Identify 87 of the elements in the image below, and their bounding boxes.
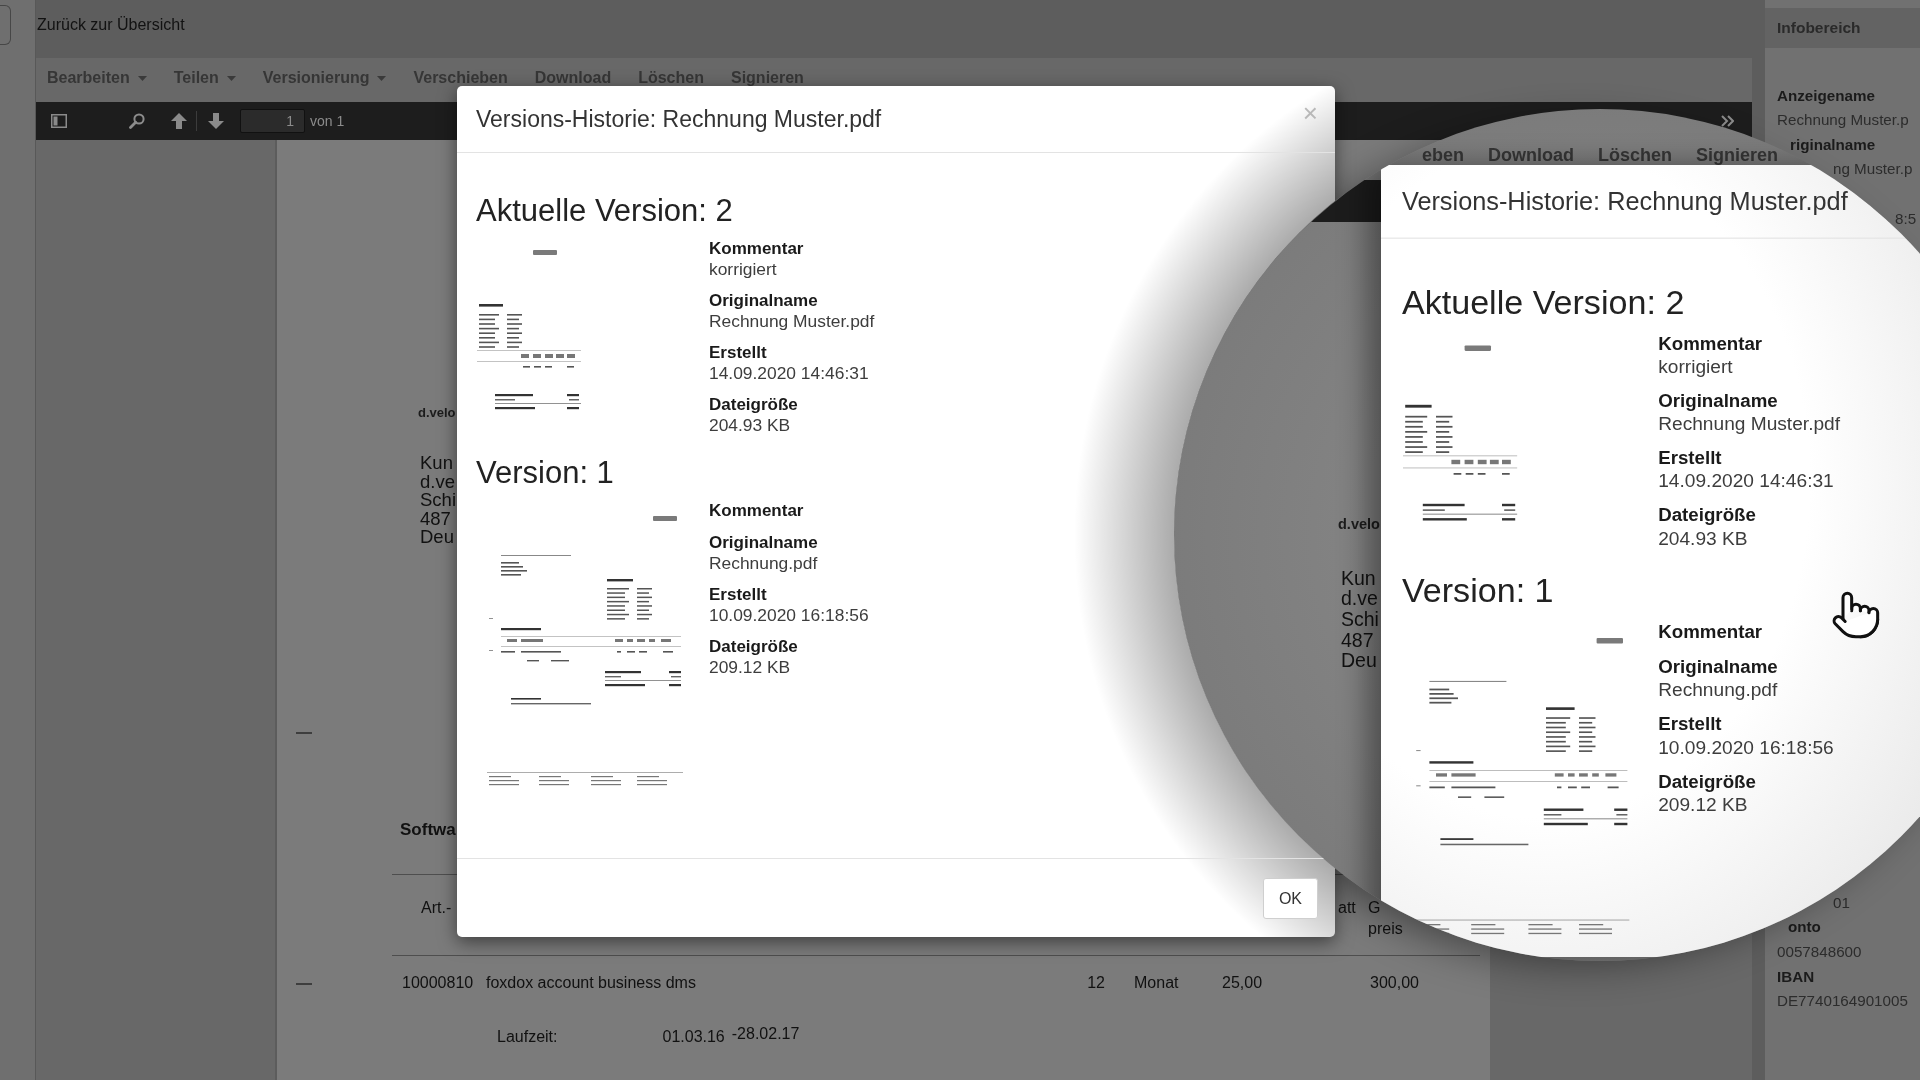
- field-value: ng Muster.p: [1833, 159, 1913, 180]
- address-line: Schi: [420, 491, 456, 510]
- address-line: Deu: [420, 528, 454, 547]
- field-label: Kommentar: [709, 239, 804, 259]
- field-value: Rechnung Muster.pdf: [709, 311, 875, 331]
- field-value: 01: [1833, 892, 1850, 913]
- sidebar-toggle-icon[interactable]: [51, 114, 67, 128]
- field-label: Originalname: [1658, 390, 1778, 413]
- search-icon[interactable]: [129, 113, 145, 129]
- field-label: Erstellt: [709, 585, 767, 605]
- close-button[interactable]: ×: [1302, 105, 1318, 121]
- field-label: Originalname: [709, 533, 818, 553]
- address-line: Kun: [1341, 567, 1376, 589]
- address-line: Kun: [420, 454, 453, 473]
- field-value: 204.93 KB: [1658, 526, 1748, 549]
- field-label: riginalname: [1790, 134, 1876, 155]
- field-value: 0057848600: [1777, 941, 1862, 962]
- field-label: Kommentar: [1658, 333, 1763, 356]
- menu-item[interactable]: Download: [1488, 146, 1574, 164]
- version-heading: Version: 1: [1401, 573, 1554, 609]
- double-chevron-icon[interactable]: [1721, 115, 1734, 127]
- menu-item[interactable]: eben: [1422, 146, 1464, 164]
- term-label: Laufzeit:: [497, 1027, 558, 1047]
- ok-button[interactable]: OK: [1262, 878, 1318, 919]
- field-label: Kommentar: [709, 501, 804, 521]
- field-label: Originalname: [709, 291, 818, 311]
- version-heading: Version: 1: [476, 457, 614, 489]
- field-value: Rechnung Muster.p: [1777, 110, 1909, 131]
- field-label: onto: [1788, 917, 1821, 938]
- page-number-field[interactable]: 1: [240, 109, 305, 133]
- field-label: Erstellt: [709, 343, 767, 363]
- address-line: 487: [1341, 629, 1374, 651]
- field-value: 14.09.2020 14:46:31: [709, 363, 869, 383]
- dialog-title: Versions-Historie: Rechnung Muster.pdf: [476, 106, 882, 132]
- table-cell: foxdox account business dms: [486, 973, 696, 993]
- version-heading: Aktuelle Version: 2: [476, 195, 733, 227]
- panel-title: Infobereich: [1777, 19, 1861, 37]
- field-label: Originalname: [1658, 656, 1778, 679]
- field-label: Dateigröße: [709, 637, 798, 657]
- field-label: Kommentar: [1658, 621, 1763, 644]
- field-value: Rechnung Muster.pdf: [1658, 412, 1841, 435]
- logo-text: d.velo: [418, 404, 456, 422]
- field-value: korrigiert: [1658, 355, 1733, 378]
- field-value: 8:5: [1895, 208, 1917, 229]
- menu-item[interactable]: Löschen: [1598, 146, 1673, 164]
- table-cell: Monat: [1134, 973, 1179, 993]
- field-label: Dateigröße: [1658, 771, 1756, 794]
- arrow-up-icon[interactable]: [171, 113, 187, 129]
- version-heading: Aktuelle Version: 2: [1401, 284, 1685, 321]
- field-value: 209.12 KB: [709, 657, 791, 677]
- field-value: Rechnung.pdf: [709, 553, 818, 573]
- table-cell: 12: [1087, 973, 1105, 993]
- field-label: IBAN: [1777, 966, 1815, 987]
- field-value: Rechnung.pdf: [1658, 678, 1778, 701]
- section-title: Softwa: [400, 820, 456, 840]
- page-count: von 1: [310, 112, 345, 130]
- field-value: 209.12 KB: [1658, 793, 1748, 816]
- term-end-date: -28.02.17: [731, 1024, 800, 1044]
- address-line: d.ve: [1341, 588, 1378, 609]
- term-start-date: 01.03.16: [662, 1027, 725, 1047]
- column-heading: att: [1338, 898, 1356, 918]
- table-cell: 10000810: [402, 973, 474, 993]
- field-value: DE7740164901005: [1777, 991, 1908, 1012]
- field-value: korrigiert: [709, 259, 777, 279]
- logo-text: d.velo: [1338, 515, 1380, 533]
- column-heading: preis: [1368, 919, 1403, 939]
- table-cell: 25,00: [1222, 973, 1263, 993]
- field-value: 204.93 KB: [709, 415, 791, 435]
- column-heading: G: [1368, 898, 1381, 918]
- dialog-title: Versions-Historie: Rechnung Muster.pdf: [1401, 187, 1848, 216]
- field-label: Erstellt: [1658, 713, 1722, 736]
- address-line: Schi: [1341, 609, 1379, 630]
- field-value: 10.09.2020 16:18:56: [1658, 735, 1834, 758]
- field-label: Dateigröße: [1658, 504, 1756, 527]
- table-cell: 300,00: [1370, 973, 1419, 993]
- menu-item[interactable]: Signieren: [1696, 146, 1779, 164]
- field-label: Erstellt: [1658, 447, 1722, 470]
- back-link[interactable]: Zurück zur Übersicht: [37, 15, 185, 35]
- field-label: Anzeigename: [1777, 85, 1875, 106]
- field-value: 14.09.2020 14:46:31: [1658, 469, 1834, 492]
- field-label: Dateigröße: [709, 395, 798, 415]
- address-line: Deu: [1341, 650, 1377, 672]
- field-value: 10.09.2020 16:18:56: [709, 605, 869, 625]
- column-heading: Art.-: [421, 898, 452, 918]
- address-line: d.ve: [420, 472, 455, 491]
- arrow-down-icon[interactable]: [208, 113, 224, 129]
- address-line: 487: [420, 509, 451, 528]
